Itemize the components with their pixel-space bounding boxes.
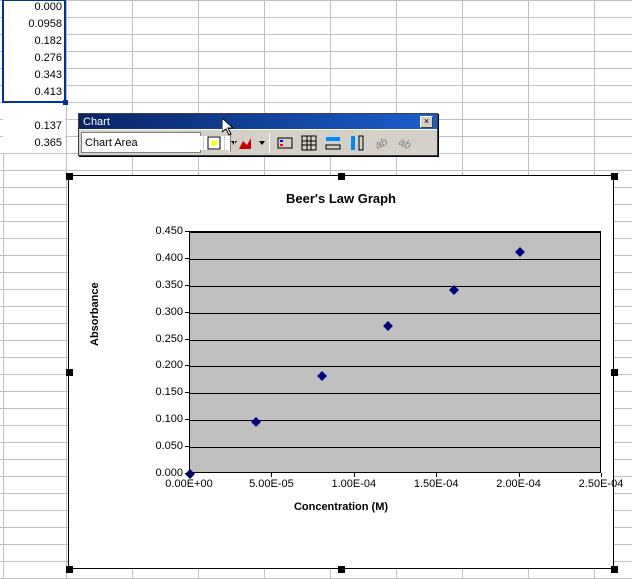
cell[interactable]: 0.0958 bbox=[3, 17, 65, 34]
separator bbox=[269, 133, 270, 153]
data-point[interactable] bbox=[251, 418, 261, 428]
x-tick-label: 2.00E-04 bbox=[484, 478, 554, 490]
data-point[interactable] bbox=[317, 371, 327, 381]
x-tick-label: 2.50E-04 bbox=[566, 478, 632, 490]
chart-object[interactable]: Beer's Law Graph Absorbance Concentratio… bbox=[68, 175, 614, 569]
y-tick-label: 0.350 bbox=[133, 279, 183, 291]
x-tick-label: 1.00E-04 bbox=[319, 478, 389, 490]
cell[interactable] bbox=[3, 102, 65, 119]
y-axis-label[interactable]: Absorbance bbox=[89, 282, 101, 346]
svg-text:ab: ab bbox=[397, 135, 413, 150]
cell[interactable]: 0.365 bbox=[3, 136, 65, 153]
data-point[interactable] bbox=[383, 321, 393, 331]
chart-type-icon[interactable] bbox=[234, 132, 256, 153]
resize-handle[interactable] bbox=[66, 369, 73, 376]
cell[interactable]: 0.413 bbox=[3, 85, 65, 102]
y-tick-label: 0.450 bbox=[133, 225, 183, 237]
data-point[interactable] bbox=[515, 247, 525, 257]
angle-cw-icon[interactable]: ab bbox=[370, 132, 392, 153]
resize-handle[interactable] bbox=[338, 566, 345, 573]
y-tick-label: 0.050 bbox=[133, 440, 183, 452]
cell[interactable]: 0.137 bbox=[3, 119, 65, 136]
resize-handle[interactable] bbox=[611, 369, 618, 376]
chart-objects-combo[interactable] bbox=[81, 132, 201, 153]
close-icon[interactable]: × bbox=[420, 116, 433, 128]
y-tick-label: 0.300 bbox=[133, 306, 183, 318]
cell[interactable]: 0.182 bbox=[3, 34, 65, 51]
fill-handle[interactable] bbox=[63, 100, 68, 105]
chart-title[interactable]: Beer's Law Graph bbox=[69, 176, 613, 206]
plot-area[interactable] bbox=[189, 231, 601, 473]
resize-handle[interactable] bbox=[611, 173, 618, 180]
by-row-icon[interactable] bbox=[322, 132, 344, 153]
x-axis-label[interactable]: Concentration (M) bbox=[69, 501, 613, 513]
x-tick-label: 1.50E-04 bbox=[401, 478, 471, 490]
resize-handle[interactable] bbox=[338, 173, 345, 180]
y-tick-label: 0.250 bbox=[133, 333, 183, 345]
cell[interactable]: 0.343 bbox=[3, 68, 65, 85]
toolbar-title: Chart bbox=[83, 116, 110, 128]
y-tick-label: 0.150 bbox=[133, 386, 183, 398]
y-tick-label: 0.200 bbox=[133, 359, 183, 371]
separator bbox=[229, 133, 230, 153]
cell[interactable]: 0.000 bbox=[3, 0, 65, 17]
by-column-icon[interactable] bbox=[346, 132, 368, 153]
resize-handle[interactable] bbox=[611, 566, 618, 573]
toolbar-titlebar[interactable]: Chart × bbox=[79, 114, 437, 129]
chart-type-dropdown-icon[interactable] bbox=[258, 132, 265, 153]
y-tick-label: 0.400 bbox=[133, 252, 183, 264]
cell[interactable]: 0.276 bbox=[3, 51, 65, 68]
svg-text:ab: ab bbox=[373, 135, 389, 150]
x-tick-label: 0.00E+00 bbox=[154, 478, 224, 490]
y-tick-label: 0.100 bbox=[133, 413, 183, 425]
format-object-icon[interactable] bbox=[203, 132, 225, 153]
legend-icon[interactable] bbox=[274, 132, 296, 153]
x-tick-label: 5.00E-05 bbox=[236, 478, 306, 490]
angle-ccw-icon[interactable]: ab bbox=[394, 132, 416, 153]
resize-handle[interactable] bbox=[66, 566, 73, 573]
resize-handle[interactable] bbox=[66, 173, 73, 180]
chart-toolbar: Chart × ab ab bbox=[78, 113, 438, 156]
data-table-icon[interactable] bbox=[298, 132, 320, 153]
